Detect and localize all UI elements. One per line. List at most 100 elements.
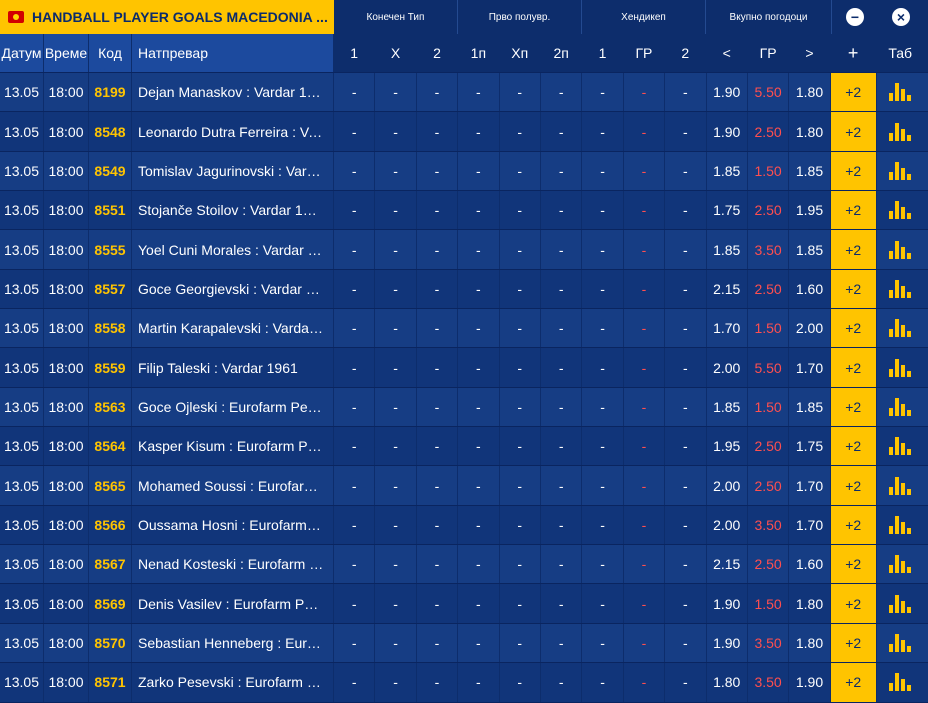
odd-ht-2[interactable]: - <box>541 623 583 663</box>
odd-ft-x[interactable]: - <box>375 505 417 545</box>
odd-tot-under[interactable]: 1.85 <box>707 151 748 191</box>
odd-ht-2[interactable]: - <box>541 112 583 151</box>
row-match[interactable]: Sebastian Henneberg : Eurofarm Pelister <box>132 623 334 663</box>
row-match[interactable]: Goce Georgievski : Vardar 1961 <box>132 269 334 309</box>
stats-button[interactable] <box>877 624 924 662</box>
odd-ht-1[interactable]: - <box>458 387 500 427</box>
stats-button[interactable] <box>877 466 924 504</box>
stats-button[interactable] <box>877 270 924 308</box>
odd-tot-under[interactable]: 1.85 <box>707 230 748 269</box>
odd-ft-1[interactable]: - <box>334 584 376 623</box>
odd-ht-1[interactable]: - <box>458 505 500 545</box>
odd-ht-x[interactable]: - <box>500 269 541 309</box>
stats-button[interactable] <box>877 152 924 190</box>
odd-ft-x[interactable]: - <box>375 309 417 348</box>
odd-ft-x[interactable]: - <box>375 545 417 584</box>
odd-hc-2[interactable]: - <box>665 151 707 191</box>
odd-tot-over[interactable]: 1.60 <box>789 269 831 309</box>
odd-hc-1[interactable]: - <box>582 623 624 663</box>
odd-hc-1[interactable]: - <box>582 73 624 112</box>
stats-button[interactable] <box>877 191 924 229</box>
close-button[interactable]: × <box>878 0 924 34</box>
odd-ft-2[interactable]: - <box>417 230 459 269</box>
odd-ft-x[interactable]: - <box>375 466 417 505</box>
more-markets-button[interactable]: +2 <box>830 623 877 663</box>
odd-ft-1[interactable]: - <box>334 623 376 663</box>
odd-hc-line[interactable]: - <box>624 191 666 230</box>
odd-tot-over[interactable]: 1.85 <box>789 230 831 269</box>
odd-hc-2[interactable]: - <box>665 584 707 623</box>
odd-hc-1[interactable]: - <box>582 387 624 427</box>
odd-ft-x[interactable]: - <box>375 269 417 309</box>
row-match[interactable]: Oussama Hosni : Eurofarm Pelister <box>132 505 334 545</box>
odd-ht-x[interactable]: - <box>500 151 541 191</box>
odd-ft-2[interactable]: - <box>417 623 459 663</box>
odd-ft-2[interactable]: - <box>417 269 459 309</box>
row-match[interactable]: Filip Taleski : Vardar 1961 <box>132 348 334 387</box>
odd-ht-1[interactable]: - <box>458 112 500 151</box>
odd-ht-x[interactable]: - <box>500 584 541 623</box>
odd-tot-over[interactable]: 1.80 <box>789 584 831 623</box>
odd-hc-line[interactable]: - <box>624 584 666 623</box>
odd-ft-x[interactable]: - <box>375 73 417 112</box>
table-row[interactable]: 13.05 18:00 8571 Zarko Pesevski : Eurofarm … <box>0 663 928 703</box>
odd-tot-under[interactable]: 2.00 <box>707 348 748 387</box>
odd-ft-1[interactable]: - <box>334 151 376 191</box>
odd-ht-x[interactable]: - <box>500 230 541 269</box>
odd-hc-1[interactable]: - <box>582 545 624 584</box>
table-row[interactable]: 13.05 18:00 8551 Stojanče Stoilov : Vardar … <box>0 191 928 231</box>
odd-ft-x[interactable]: - <box>375 387 417 427</box>
odd-tot-under[interactable]: 1.75 <box>707 191 748 230</box>
more-markets-button[interactable]: +2 <box>830 112 877 151</box>
row-match[interactable]: Leonardo Dutra Ferreira : Vardar 1961 <box>132 112 334 151</box>
odd-ft-2[interactable]: - <box>417 427 459 466</box>
odd-ft-1[interactable]: - <box>334 112 376 151</box>
row-match[interactable]: Mohamed Soussi : Eurofarm Pelister <box>132 466 334 505</box>
odd-ft-2[interactable]: - <box>417 348 459 387</box>
more-markets-button[interactable]: +2 <box>830 466 877 505</box>
odd-ft-1[interactable]: - <box>334 387 376 427</box>
table-row[interactable]: 13.05 18:00 8563 Goce Ojleski : Eurofarm Pe… <box>0 387 928 428</box>
odd-ft-2[interactable]: - <box>417 73 459 112</box>
stats-button[interactable] <box>877 584 924 622</box>
odd-ht-x[interactable]: - <box>500 191 541 230</box>
odd-ft-x[interactable]: - <box>375 230 417 269</box>
odd-ft-2[interactable]: - <box>417 545 459 584</box>
odd-ht-1[interactable]: - <box>458 466 500 505</box>
odd-ht-x[interactable]: - <box>500 309 541 348</box>
odd-hc-1[interactable]: - <box>582 348 624 387</box>
row-match[interactable]: Tomislav Jagurinovski : Vardar 1961 <box>132 151 334 191</box>
odd-ht-1[interactable]: - <box>458 230 500 269</box>
table-row[interactable]: 13.05 18:00 8569 Denis Vasilev : Eurofarm P… <box>0 584 928 624</box>
table-row[interactable]: 13.05 18:00 8565 Mohamed Soussi : Eurofarm … <box>0 466 928 506</box>
odd-tot-over[interactable]: 1.70 <box>789 348 831 387</box>
odd-ht-2[interactable]: - <box>541 348 583 387</box>
stats-button[interactable] <box>877 73 924 111</box>
odd-ft-2[interactable]: - <box>417 387 459 427</box>
more-markets-button[interactable]: +2 <box>830 505 877 545</box>
odd-ht-2[interactable]: - <box>541 584 583 623</box>
odd-tot-under[interactable]: 1.90 <box>707 112 748 151</box>
odd-ht-x[interactable]: - <box>500 112 541 151</box>
more-markets-button[interactable]: +2 <box>830 73 877 112</box>
row-match[interactable]: Dejan Manaskov : Vardar 1961 <box>132 73 334 112</box>
odd-ft-x[interactable]: - <box>375 348 417 387</box>
odd-ft-x[interactable]: - <box>375 191 417 230</box>
odd-hc-2[interactable]: - <box>665 545 707 584</box>
odd-ht-x[interactable]: - <box>500 387 541 427</box>
row-match[interactable]: Denis Vasilev : Eurofarm Pelister <box>132 584 334 623</box>
odd-ft-2[interactable]: - <box>417 584 459 623</box>
odd-hc-line[interactable]: - <box>624 269 666 309</box>
odd-ht-1[interactable]: - <box>458 309 500 348</box>
more-markets-button[interactable]: +2 <box>830 309 877 348</box>
odd-ht-x[interactable]: - <box>500 348 541 387</box>
stats-button[interactable] <box>877 309 924 347</box>
odd-tot-over[interactable]: 1.60 <box>789 545 831 584</box>
odd-hc-line[interactable]: - <box>624 505 666 545</box>
odd-hc-1[interactable]: - <box>582 466 624 505</box>
odd-tot-under[interactable]: 1.90 <box>707 623 748 663</box>
odd-hc-2[interactable]: - <box>665 427 707 466</box>
table-row[interactable]: 13.05 18:00 8564 Kasper Kisum : Eurofarm Pe… <box>0 427 928 467</box>
more-markets-button[interactable]: +2 <box>830 269 877 309</box>
odd-hc-line[interactable]: - <box>624 112 666 151</box>
